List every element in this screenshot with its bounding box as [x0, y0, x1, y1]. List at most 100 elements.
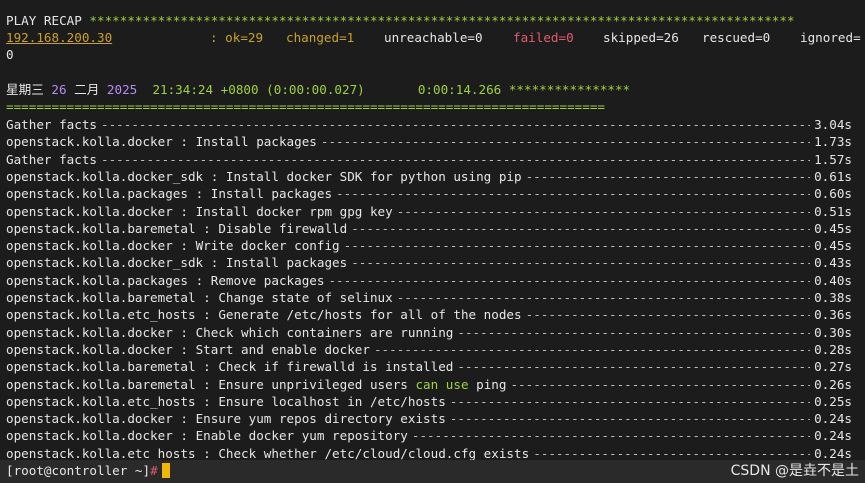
task-role: openstack.kolla.docker — [6, 238, 173, 254]
task-role: openstack.kolla.docker — [6, 411, 173, 427]
timestamp-stars: **************** — [508, 82, 631, 97]
task-leader-dashes — [457, 324, 810, 341]
task-role: openstack.kolla.packages — [6, 272, 188, 288]
task-leader-dashes — [351, 220, 810, 237]
task-duration: 1.57s — [814, 151, 852, 167]
shell-prompt[interactable]: [root@controller ~]# — [6, 462, 170, 479]
task-duration: 0.30s — [814, 324, 852, 340]
task-leader-dashes — [450, 393, 810, 410]
task-duration: 0.25s — [814, 393, 852, 409]
task-role: openstack.kolla.packages — [6, 186, 188, 202]
task-role: openstack.kolla.docker — [6, 341, 173, 357]
prompt-hash: # — [150, 463, 158, 478]
task-duration: 0.45s — [814, 220, 852, 236]
task-duration: 0.24s — [814, 411, 852, 427]
task-name: Install packages — [225, 255, 348, 271]
task-role: openstack.kolla.docker — [6, 203, 173, 219]
task-name: Ensure yum repos directory exists — [195, 411, 446, 427]
task-row: openstack.kolla.baremetal : Ensure unpri… — [6, 376, 852, 393]
timestamp-day: 26 — [51, 82, 67, 97]
timestamp-month: 二月 — [74, 82, 100, 97]
task-name: Write docker config — [195, 238, 340, 254]
task-role: openstack.kolla.docker_sdk — [6, 168, 204, 184]
task-duration: 3.04s — [814, 117, 852, 132]
play-recap-header: PLAY RECAP *****************************… — [6, 12, 795, 29]
task-row: openstack.kolla.docker : Install package… — [6, 133, 852, 150]
task-leader-dashes — [336, 185, 810, 202]
task-role: openstack.kolla.docker — [6, 324, 173, 340]
task-separator: : — [195, 220, 219, 236]
task-name: Start and enable docker — [195, 341, 370, 357]
task-leader-dashes — [526, 168, 810, 185]
task-role: openstack.kolla.baremetal — [6, 290, 196, 305]
task-duration: 0.36s — [814, 307, 852, 323]
task-name: Install packages — [195, 134, 317, 150]
task-row: openstack.kolla.docker : Enable docker y… — [6, 427, 852, 444]
task-separator: : — [172, 134, 196, 150]
task-row: openstack.kolla.baremetal : Change state… — [6, 289, 852, 306]
task-name: Change state of selinux — [218, 290, 393, 305]
task-name-highlight: can use — [415, 376, 469, 392]
timestamp-elapsed: 0:00:14.266 — [417, 82, 502, 97]
task-duration: 0.28s — [814, 341, 852, 357]
terminal-window[interactable]: PLAY RECAP *****************************… — [0, 0, 865, 483]
recap-skipped: skipped=26 — [603, 30, 679, 45]
timestamp-weekday: 星期三 — [6, 82, 44, 97]
task-separator: : — [172, 428, 196, 444]
task-role: openstack.kolla.etc_hosts — [6, 307, 196, 323]
task-role: openstack.kolla.baremetal — [6, 359, 196, 375]
task-row: openstack.kolla.docker : Write docker co… — [6, 237, 852, 254]
task-separator: : — [203, 255, 226, 271]
task-leader-dashes — [457, 358, 810, 375]
prompt-text: [root@controller ~] — [6, 463, 151, 478]
task-row: openstack.kolla.docker : Check which con… — [6, 324, 852, 341]
csdn-watermark: CSDN @是垚不是土 — [730, 463, 859, 479]
recap-ignored: ignored= — [800, 30, 861, 45]
task-separator: : — [195, 359, 219, 375]
timestamp-line: 星期三 26 二月 2025 21:34:24 +0800 (0:00:00.0… — [6, 81, 630, 98]
task-separator: : — [187, 272, 211, 288]
task-role: Gather facts — [6, 117, 97, 132]
task-separator: : — [172, 238, 196, 254]
task-name: Install docker SDK for python using pip — [225, 168, 522, 184]
task-row: openstack.kolla.baremetal : Disable fire… — [6, 220, 852, 237]
task-leader-dashes — [344, 237, 810, 254]
task-leader-dashes — [450, 410, 810, 427]
task-name: Check if firewalld is installed — [218, 359, 454, 375]
task-name: Ensure localhost in /etc/hosts — [218, 393, 446, 409]
task-row: openstack.kolla.packages : Remove packag… — [6, 272, 852, 289]
task-name: Install docker rpm gpg key — [195, 203, 393, 219]
task-row: openstack.kolla.docker_sdk : Install doc… — [6, 168, 852, 185]
task-row: openstack.kolla.docker : Install docker … — [6, 203, 852, 220]
task-name: Generate /etc/hosts for all of the nodes — [218, 307, 522, 323]
task-row: Gather facts 1.57s — [6, 151, 852, 168]
task-name: Ensure unprivileged users — [218, 376, 416, 392]
recap-failed: failed=0 — [513, 30, 574, 45]
task-name: Enable docker yum repository — [195, 428, 408, 444]
task-role: Gather facts — [6, 151, 97, 167]
task-duration: 0.24s — [814, 428, 852, 444]
task-leader-dashes — [397, 289, 810, 306]
task-separator: : — [195, 393, 219, 409]
task-duration: 0.27s — [814, 359, 852, 375]
task-separator: : — [172, 411, 196, 427]
task-role: openstack.kolla.docker — [6, 428, 173, 444]
task-row: openstack.kolla.baremetal : Check if fir… — [6, 358, 852, 375]
recap-ok: : ok=29 — [210, 30, 264, 45]
task-row: openstack.kolla.etc_hosts : Generate /et… — [6, 306, 852, 323]
task-name: Remove packages — [210, 272, 325, 288]
recap-host: 192.168.200.30 — [6, 30, 113, 45]
task-role: openstack.kolla.docker — [6, 134, 173, 150]
task-duration: 0.38s — [814, 290, 852, 305]
task-duration: 0.26s — [814, 376, 852, 392]
task-duration: 0.61s — [814, 168, 852, 184]
recap-rescued: rescued=0 — [702, 30, 771, 45]
task-separator: : — [195, 290, 219, 305]
task-row: openstack.kolla.packages : Install packa… — [6, 185, 852, 202]
task-leader-dashes — [412, 427, 810, 444]
task-row: openstack.kolla.docker : Ensure yum repo… — [6, 410, 852, 427]
task-duration: 0.43s — [814, 255, 852, 271]
task-leader-dashes — [101, 151, 810, 168]
separator-line: ========================================… — [6, 99, 605, 114]
task-duration: 0.60s — [814, 186, 852, 202]
